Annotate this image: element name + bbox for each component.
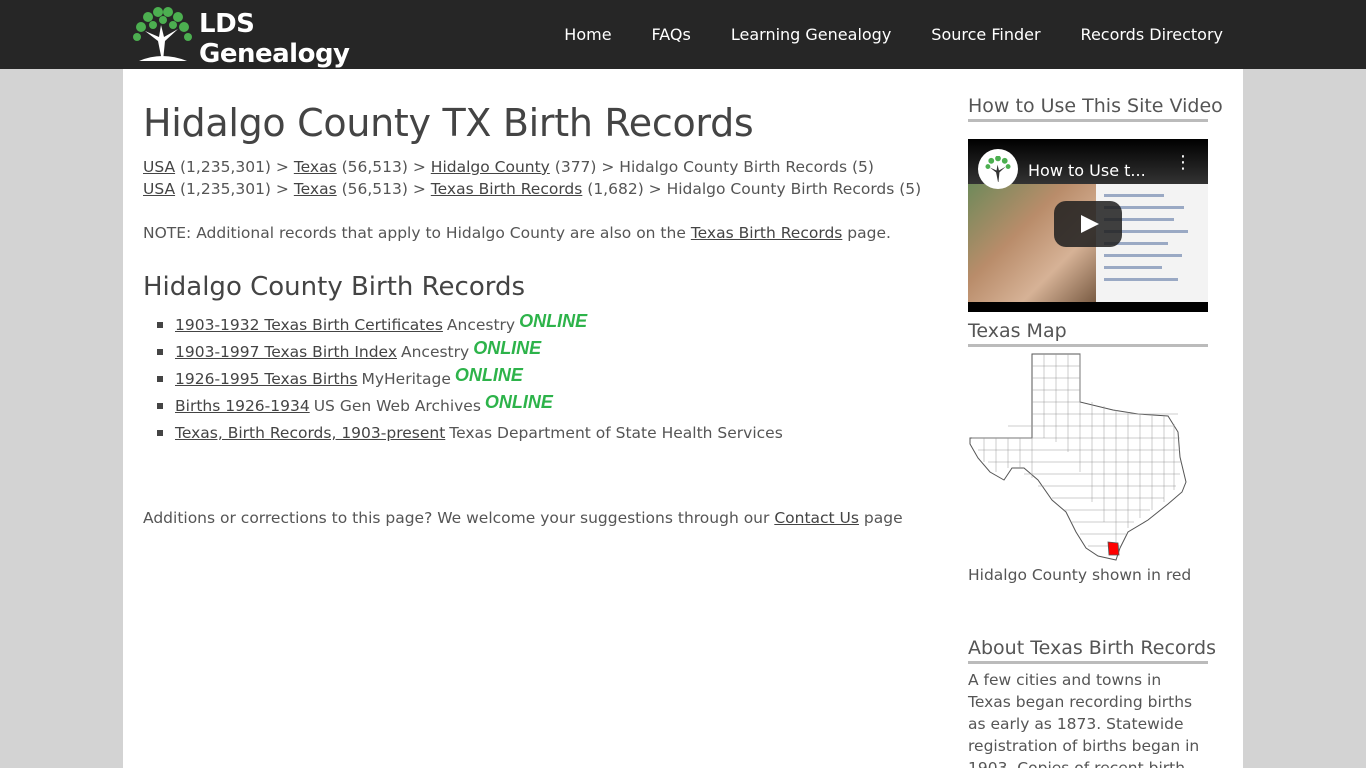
record-link[interactable]: 1926-1995 Texas Births [175,370,357,388]
about-text: A few cities and towns in Texas began re… [968,671,1200,768]
more-options-icon[interactable]: ⋮ [1174,154,1192,172]
record-source: US Gen Web Archives [313,396,481,415]
tree-logo-icon [133,7,192,61]
list-item: Texas, Birth Records, 1903-present Texas… [157,419,787,446]
breadcrumb-text: (56,513) > [336,158,431,176]
breadcrumb-text: (1,682) > Hidalgo County Birth Records (… [582,180,922,198]
list-item: Births 1926-1934 US Gen Web Archives ONL… [157,392,787,419]
video-heading: How to Use This Site Video [968,95,1223,122]
online-badge: ONLINE [484,392,553,412]
record-link[interactable]: 1903-1932 Texas Birth Certificates [175,316,443,334]
breadcrumb-link-texas[interactable]: Texas [294,158,337,176]
breadcrumb-link-usa[interactable]: USA [143,180,175,198]
section-title: Hidalgo County Birth Records [143,272,526,302]
record-source: Texas Department of State Health Service… [449,423,783,442]
site-logo[interactable]: LDS Genealogy [131,7,401,69]
nav-faqs[interactable]: FAQs [652,25,691,44]
record-link[interactable]: Births 1926-1934 [175,397,310,415]
corrections-prefix: Additions or corrections to this page? W… [143,509,775,527]
site-header: LDS Genealogy Home FAQs Learning Genealo… [0,0,1366,69]
bullet-icon [157,375,163,382]
nav-records-directory[interactable]: Records Directory [1081,25,1223,44]
list-item: 1903-1997 Texas Birth Index Ancestry ONL… [157,338,787,365]
record-source: MyHeritage [361,369,451,388]
bullet-icon [157,321,163,328]
record-source: Ancestry [401,342,470,361]
breadcrumb: USA (1,235,301) > Texas (56,513) > Hidal… [143,158,874,176]
breadcrumb-link-texas[interactable]: Texas [294,180,337,198]
online-badge: ONLINE [519,311,588,331]
nav-source-finder[interactable]: Source Finder [931,25,1040,44]
record-link[interactable]: Texas, Birth Records, 1903-present [175,424,445,442]
contact-us-link[interactable]: Contact Us [774,509,859,527]
play-button-icon[interactable] [1054,201,1122,247]
breadcrumb-text: (377) > Hidalgo County Birth Records (5) [549,158,874,176]
note-link-texas-birth-records[interactable]: Texas Birth Records [691,224,843,242]
note-prefix: NOTE: Additional records that apply to H… [143,224,691,242]
about-heading: About Texas Birth Records [968,637,1216,664]
breadcrumb-link-hidalgo-county[interactable]: Hidalgo County [431,158,550,176]
channel-logo-icon [978,149,1018,189]
video-bottom-bar [968,302,1208,312]
nav-learning-genealogy[interactable]: Learning Genealogy [731,25,891,44]
breadcrumb-link-texas-birth-records[interactable]: Texas Birth Records [431,180,583,198]
corrections-note: Additions or corrections to this page? W… [143,509,903,527]
breadcrumb-text: (1,235,301) > [175,158,294,176]
texas-map [969,353,1187,561]
main-nav: Home FAQs Learning Genealogy Source Find… [524,0,1223,69]
breadcrumb-text: (1,235,301) > [175,180,294,198]
breadcrumb-secondary: USA (1,235,301) > Texas (56,513) > Texas… [143,180,921,198]
site-logo-text: LDS Genealogy [199,9,350,69]
video-player[interactable]: How to Use t... ⋮ [968,139,1208,312]
nav-home[interactable]: Home [564,25,611,44]
map-caption: Hidalgo County shown in red [968,566,1192,584]
bullet-icon [157,348,163,355]
corrections-suffix: page [858,509,903,527]
page-content: Hidalgo County TX Birth Records USA (1,2… [123,69,1243,768]
list-item: 1903-1932 Texas Birth Certificates Ances… [157,311,787,338]
video-title: How to Use t... [1028,161,1146,180]
record-source: Ancestry [446,315,516,334]
map-heading: Texas Map [968,320,1208,347]
bullet-icon [157,429,163,436]
online-badge: ONLINE [454,365,523,385]
breadcrumb-link-usa[interactable]: USA [143,158,175,176]
record-link[interactable]: 1903-1997 Texas Birth Index [175,343,397,361]
note-text: NOTE: Additional records that apply to H… [143,224,891,242]
note-suffix: page. [842,224,891,242]
online-badge: ONLINE [473,338,542,358]
hidalgo-county-highlight [1107,541,1120,556]
list-item: 1926-1995 Texas Births MyHeritage ONLINE [157,365,787,392]
breadcrumb-text: (56,513) > [336,180,431,198]
bullet-icon [157,402,163,409]
page-title: Hidalgo County TX Birth Records [143,101,754,145]
records-list: 1903-1932 Texas Birth Certificates Ances… [157,311,787,446]
